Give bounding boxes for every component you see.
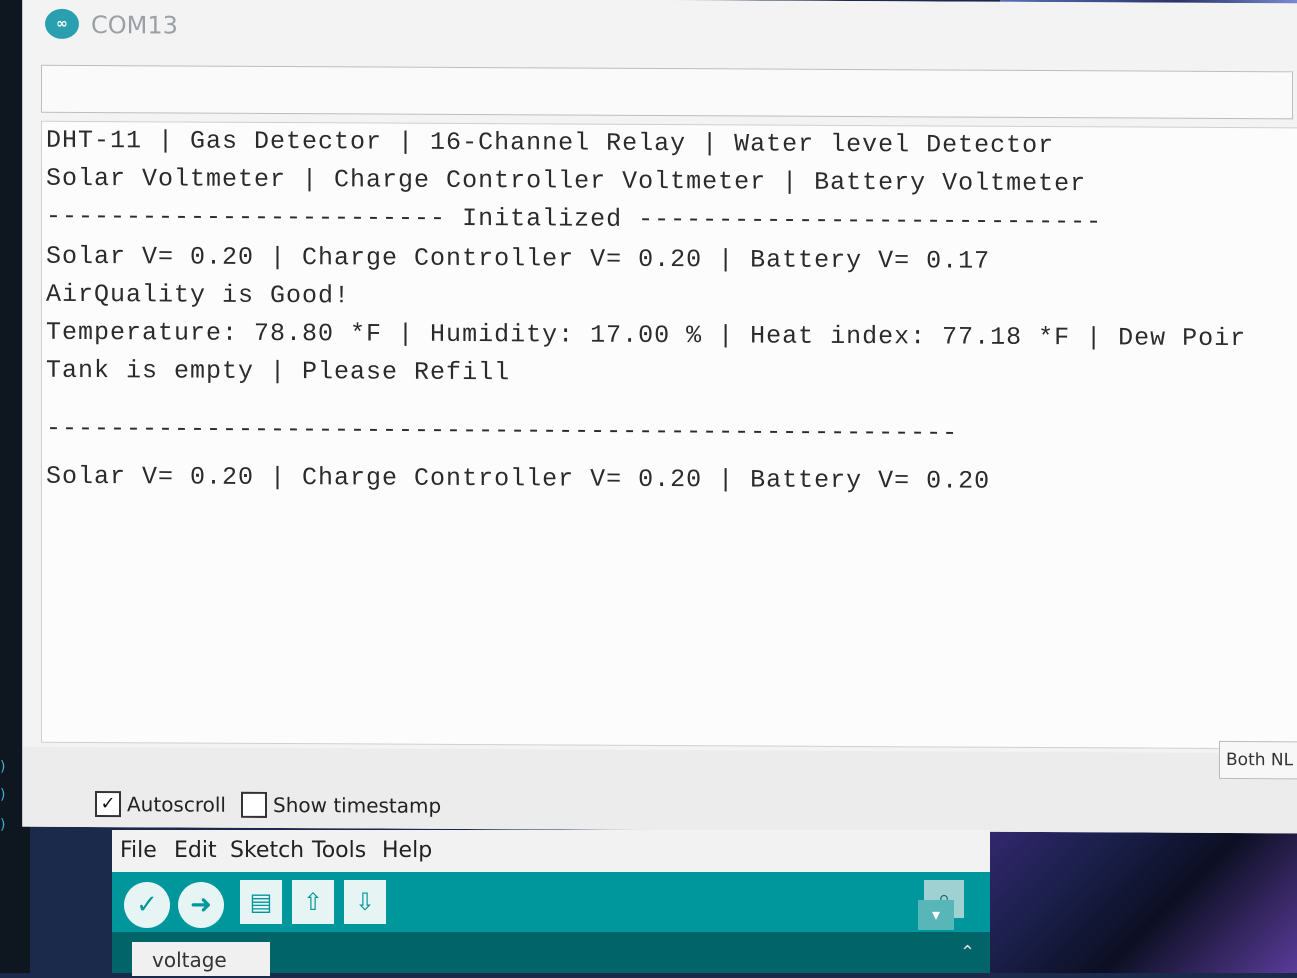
menu-edit[interactable]: Edit [174, 838, 217, 863]
tab-voltage[interactable]: voltage [132, 942, 270, 976]
serial-output[interactable]: DHT-11 | Gas Detector | 16-Channel Relay… [41, 120, 1297, 750]
menu-sketch[interactable]: Sketch [230, 838, 304, 863]
menu-bar: File Edit Sketch Tools Help [112, 830, 990, 873]
output-line: Solar V= 0.20 | Charge Controller V= 0.2… [46, 241, 991, 276]
arduino-ide-window: File Edit Sketch Tools Help ✓ ➜ ▤ ⇧ ⇩ ⌕ … [112, 830, 990, 976]
line-marker-icon: ) [0, 817, 6, 833]
menu-help[interactable]: Help [382, 838, 432, 863]
upload-button[interactable]: ➜ [178, 882, 224, 928]
toolbar: ✓ ➜ ▤ ⇧ ⇩ ⌕ [112, 872, 990, 932]
timestamp-option[interactable]: Show timestamp [241, 791, 442, 819]
autoscroll-label: Autoscroll [127, 792, 226, 817]
output-line: Solar Voltmeter | Charge Controller Volt… [46, 163, 1087, 199]
autoscroll-option[interactable]: ✓ Autoscroll [95, 791, 226, 818]
timestamp-checkbox[interactable] [241, 791, 267, 818]
title-bar: ∞ COM13 [23, 0, 1297, 62]
output-line: ----------------------------------------… [46, 413, 959, 448]
menu-tools[interactable]: Tools [312, 838, 366, 863]
output-line: ------------------------- Initalized ---… [46, 201, 1103, 237]
line-ending-select[interactable]: Both NL & [1219, 740, 1297, 780]
output-line: Temperature: 78.80 *F | Humidity: 17.00 … [46, 317, 1247, 354]
verify-button[interactable]: ✓ [124, 882, 170, 928]
output-line: DHT-11 | Gas Detector | 16-Channel Relay… [46, 125, 1055, 161]
output-line: Tank is empty | Please Refill [46, 355, 511, 388]
open-button[interactable]: ⇧ [292, 880, 334, 924]
output-line: AirQuality is Good! [46, 279, 351, 311]
serial-monitor-window: ∞ COM13 DHT-11 | Gas Detector | 16-Chann… [22, 0, 1297, 834]
autoscroll-checkbox[interactable]: ✓ [95, 791, 121, 818]
new-sketch-button[interactable]: ▤ [240, 880, 282, 924]
output-line: Solar V= 0.20 | Charge Controller V= 0.2… [46, 461, 991, 496]
send-input[interactable] [41, 64, 1293, 120]
window-title: COM13 [91, 11, 178, 40]
menu-file[interactable]: File [120, 838, 157, 863]
line-marker-icon: ) [0, 787, 6, 803]
line-marker-icon: ) [0, 759, 6, 775]
timestamp-label: Show timestamp [273, 792, 442, 818]
arduino-logo-icon: ∞ [45, 8, 79, 39]
save-button[interactable]: ⇩ [344, 880, 386, 924]
tab-menu-chevron-icon[interactable]: ▾ [918, 900, 954, 930]
sketch-tabs: voltage [112, 932, 990, 976]
chevron-up-icon[interactable]: ⌃ [960, 942, 975, 963]
monitor-footer: ✓ Autoscroll Show timestamp Both NL & [23, 740, 1297, 834]
